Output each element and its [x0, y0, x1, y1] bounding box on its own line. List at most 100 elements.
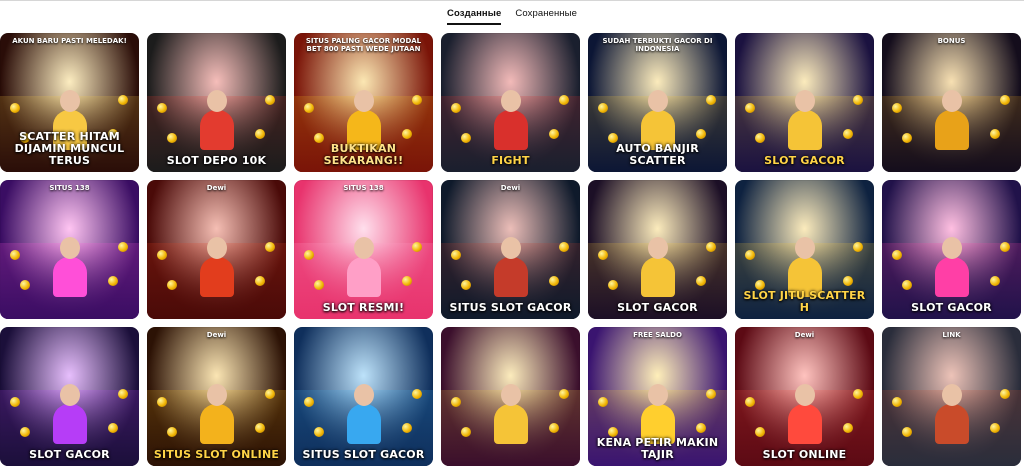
pin-card[interactable]: Dewi SITUS SLOT GACOR: [441, 180, 580, 319]
pin-card[interactable]: SLOT GACOR: [588, 180, 727, 319]
pin-character: [786, 384, 824, 444]
coin-icon: [706, 389, 716, 399]
tab-created[interactable]: Созданные: [447, 6, 502, 25]
profile-tabs: Созданные Сохраненные: [0, 6, 1024, 25]
pin-top-text: AKUN BARU PASTI MELEDAK!: [12, 37, 127, 45]
pin-top-text: Dewi: [206, 331, 227, 339]
coin-icon: [461, 133, 471, 143]
coin-icon: [892, 250, 902, 260]
coin-icon: [598, 103, 608, 113]
coin-icon: [167, 427, 177, 437]
pin-card[interactable]: FREE SALDO KENA PETIR MAKIN TAJIR: [588, 327, 727, 466]
pin-card[interactable]: SLOT JITU SCATTER H: [735, 180, 874, 319]
pin-caption: KENA PETIR MAKIN TAJIR: [596, 436, 719, 461]
top-divider: [0, 0, 1024, 1]
coin-icon: [108, 423, 118, 433]
pin-character: [492, 384, 530, 444]
pin-grid: AKUN BARU PASTI MELEDAK! SCATTER HITAM DI…: [0, 33, 1024, 466]
coin-icon: [20, 280, 30, 290]
coin-icon: [265, 95, 275, 105]
pin-character: [51, 237, 89, 297]
pin-card[interactable]: Dewi SLOT ONLINE: [735, 327, 874, 466]
pin-character: [345, 90, 383, 150]
pin-top-text: SITUS PALING GACOR MODAL BET 800 PASTI W…: [305, 37, 422, 53]
coin-icon: [461, 280, 471, 290]
pin-character: [492, 237, 530, 297]
coin-icon: [304, 250, 314, 260]
coin-icon: [559, 242, 569, 252]
pin-card[interactable]: SITUS PALING GACOR MODAL BET 800 PASTI W…: [294, 33, 433, 172]
pin-top-text: SITUS 138: [49, 184, 90, 192]
tab-saved[interactable]: Сохраненные: [515, 6, 577, 25]
pin-caption: SLOT GACOR: [911, 301, 992, 314]
pin-card[interactable]: Dewi SITUS SLOT ONLINE: [147, 327, 286, 466]
pin-card[interactable]: [441, 327, 580, 466]
coin-icon: [10, 103, 20, 113]
coin-icon: [990, 423, 1000, 433]
pin-card[interactable]: SLOT GACOR: [0, 327, 139, 466]
pin-character: [639, 237, 677, 297]
coin-icon: [412, 95, 422, 105]
coin-icon: [167, 280, 177, 290]
coin-icon: [706, 95, 716, 105]
pin-caption: SLOT GACOR: [29, 448, 110, 461]
pin-card[interactable]: SLOT GACOR: [735, 33, 874, 172]
coin-icon: [706, 242, 716, 252]
pin-card[interactable]: SLOT GACOR: [882, 180, 1021, 319]
coin-icon: [314, 133, 324, 143]
coin-icon: [696, 276, 706, 286]
pin-top-text: SUDAH TERBUKTI GACOR DI INDONESIA: [602, 37, 713, 53]
pin-card[interactable]: SUDAH TERBUKTI GACOR DI INDONESIA AUTO BA…: [588, 33, 727, 172]
pin-caption: FIGHT: [491, 154, 530, 167]
coin-icon: [559, 95, 569, 105]
pin-card[interactable]: SITUS 138 SLOT RESMI!: [294, 180, 433, 319]
pin-character: [51, 384, 89, 444]
pin-character: [639, 90, 677, 150]
pin-character: [933, 237, 971, 297]
coin-icon: [853, 389, 863, 399]
coin-icon: [745, 397, 755, 407]
pin-caption: SLOT GACOR: [764, 154, 845, 167]
pin-top-text: Dewi: [500, 184, 521, 192]
coin-icon: [1000, 242, 1010, 252]
pin-character: [492, 90, 530, 150]
coin-icon: [902, 280, 912, 290]
pin-caption: SLOT DEPO 10K: [166, 154, 267, 167]
pin-top-text: SITUS 138: [343, 184, 384, 192]
coin-icon: [990, 276, 1000, 286]
pin-caption: SITUS SLOT GACOR: [302, 448, 425, 461]
coin-icon: [902, 133, 912, 143]
pin-caption: BUKTIKAN SEKARANG!!: [323, 142, 404, 167]
coin-icon: [451, 250, 461, 260]
coin-icon: [157, 397, 167, 407]
coin-icon: [843, 276, 853, 286]
coin-icon: [167, 133, 177, 143]
pin-character: [198, 90, 236, 150]
coin-icon: [843, 129, 853, 139]
pin-card[interactable]: SLOT DEPO 10K: [147, 33, 286, 172]
pin-top-text: LINK: [942, 331, 961, 339]
pin-card[interactable]: BONUS: [882, 33, 1021, 172]
pin-caption: SITUS SLOT GACOR: [449, 301, 572, 314]
pin-card[interactable]: Dewi: [147, 180, 286, 319]
coin-icon: [549, 423, 559, 433]
coin-icon: [255, 129, 265, 139]
coin-icon: [549, 129, 559, 139]
pin-card[interactable]: SITUS 138: [0, 180, 139, 319]
pin-character: [198, 384, 236, 444]
coin-icon: [853, 95, 863, 105]
coin-icon: [598, 397, 608, 407]
coin-icon: [157, 250, 167, 260]
pin-character: [198, 237, 236, 297]
pin-card[interactable]: SITUS SLOT GACOR: [294, 327, 433, 466]
pin-card[interactable]: LINK: [882, 327, 1021, 466]
coin-icon: [755, 427, 765, 437]
coin-icon: [608, 280, 618, 290]
pin-character: [786, 90, 824, 150]
pin-card[interactable]: AKUN BARU PASTI MELEDAK! SCATTER HITAM DI…: [0, 33, 139, 172]
pin-character: [933, 90, 971, 150]
pin-caption: SCATTER HITAM DIJAMIN MUNCUL TERUS: [14, 130, 125, 167]
pin-card[interactable]: FIGHT: [441, 33, 580, 172]
coin-icon: [990, 129, 1000, 139]
coin-icon: [549, 276, 559, 286]
